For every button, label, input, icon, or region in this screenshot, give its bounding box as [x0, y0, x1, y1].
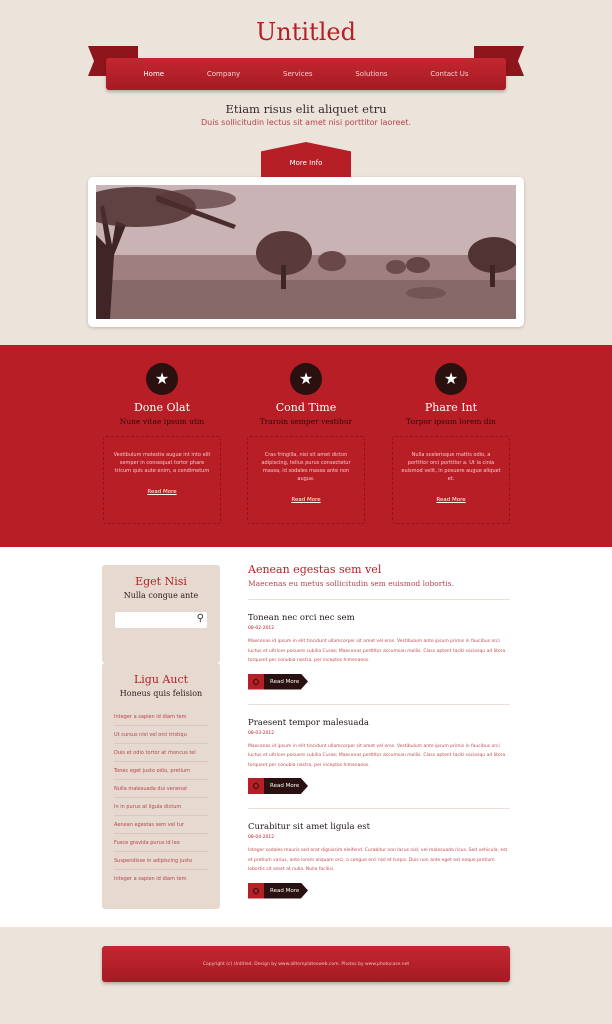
feature-title: Cond Time — [275, 401, 337, 414]
post-date: 08-02-2012 — [248, 626, 275, 631]
links-widget-subtitle: Honeus quis felision — [119, 689, 203, 698]
star-icon: ★ — [146, 363, 178, 395]
search-icon[interactable]: ⚲ — [197, 613, 204, 624]
main-title: Aenean egestas sem vel — [248, 563, 382, 576]
post-date: 08-03-2012 — [248, 730, 275, 736]
sidebar-link[interactable]: In in purus at ligula dictum — [114, 798, 208, 816]
post-title[interactable]: Tonean nec orci nec sem — [248, 613, 510, 623]
nav-item-solutions[interactable]: Solutions — [349, 67, 393, 81]
divider — [248, 599, 510, 600]
circle-icon — [253, 783, 259, 789]
sidebar-link[interactable]: Fusce gravida purus id leo — [114, 834, 208, 852]
feature-box: Nulla scelerisque mattis odio, a porttit… — [392, 436, 510, 524]
post: Curabitur sit amet ligula est 08-04-2012… — [248, 822, 510, 899]
feature-subtitle: Torpor ipsum lorem din — [406, 417, 496, 426]
divider — [248, 703, 510, 705]
post-body: Integer sodales mauris sed erat dignissi… — [248, 848, 508, 872]
main-column: Aenean egestas sem vel Maecenas eu metus… — [248, 563, 510, 899]
circle-icon — [253, 887, 259, 894]
sidebar-link[interactable]: Aenean egestas sem vel tur — [114, 816, 208, 834]
nav-item-home[interactable]: Home — [137, 67, 170, 81]
nav-item-company[interactable]: Company — [201, 67, 246, 81]
read-more-tab — [248, 673, 264, 690]
sidebar-link[interactable]: Nulla malesuada dui venenat — [114, 780, 208, 798]
feature-box: Vestibulum molestie augue int into elit … — [103, 436, 221, 524]
feature-card: ★ Cond Time Traroin semper vestibur Cras… — [246, 363, 366, 524]
post-body: Maecenas id ipsum in elit tincidunt ulla… — [248, 743, 506, 768]
sidebar-link[interactable]: Duis et odio tortor at rhoncus tel — [114, 744, 208, 762]
feature-title: Done Olat — [133, 401, 191, 414]
feature-box: Cras fringilla, nisi sit amet dicton adi… — [247, 436, 365, 524]
read-more-button[interactable]: Read More — [248, 778, 308, 794]
main-subtitle: Maecenas eu metus sollicitudin sem euism… — [248, 579, 455, 588]
hero-frame — [88, 177, 524, 327]
features-band: ★ Done Olat Nune vitae ipsum utin Vestib… — [0, 345, 612, 547]
feature-subtitle: Traroin semper vestibur — [259, 417, 353, 426]
read-more-link[interactable]: Read More — [256, 497, 356, 503]
post-title[interactable]: Praesent tempor malesuada — [248, 718, 510, 728]
feature-text: Cras fringilla, nisi sit amet dicton adi… — [261, 452, 351, 482]
star-icon: ★ — [290, 363, 322, 395]
feature-card: ★ Phare Int Torpor ipsum lorem din Nulla… — [391, 363, 511, 524]
search-field: ⚲ — [115, 612, 207, 634]
search-widget-title: Eget Nisi — [135, 575, 187, 588]
hero-image — [96, 185, 516, 319]
post-title[interactable]: Curabitur sit amet ligula est — [248, 822, 510, 832]
circle-icon — [253, 678, 259, 685]
footer: Copyright (c) Untitled. Design by www.al… — [102, 946, 510, 982]
sidebar-link[interactable]: Tonec eget justo odio, pretium — [114, 762, 208, 780]
divider — [248, 808, 510, 809]
post: Praesent tempor malesuada 08-03-2012 Mae… — [248, 718, 510, 794]
nav-item-contact[interactable]: Contact Us — [424, 67, 474, 81]
read-more-tab — [248, 778, 264, 794]
intro-subheading: Duis sollicitudin lectus sit amet nisi p… — [201, 118, 411, 127]
search-widget: Eget Nisi Nulla congue ante ⚲ — [102, 565, 220, 663]
sidebar-link[interactable]: Suspendisse in adipiscing justo — [114, 852, 208, 870]
nav-item-services[interactable]: Services — [277, 67, 319, 81]
footer-copyright: Copyright (c) Untitled. Design by www.al… — [202, 961, 410, 967]
main-nav: Home Company Services Solutions Contact … — [106, 58, 506, 90]
read-more-tab — [248, 882, 264, 899]
landscape-illustration — [96, 185, 516, 319]
feature-text: Nulla scelerisque mattis odio, a porttit… — [401, 452, 501, 482]
post-body: Maecenas id ipsum in elit tincidunt ulla… — [248, 639, 506, 663]
post: Tonean nec orci nec sem 08-02-2012 Maece… — [248, 613, 510, 690]
post-date: 08-04-2012 — [248, 835, 275, 840]
content-section: Eget Nisi Nulla congue ante ⚲ Ligu Auct … — [0, 547, 612, 927]
links-widget: Ligu Auct Honeus quis felision Integer a… — [102, 663, 220, 909]
feature-text: Vestibulum molestie augue int into elit … — [113, 452, 211, 474]
intro-heading: Etiam risus elit aliquet etru — [225, 102, 387, 116]
read-more-label: Read More — [270, 887, 300, 894]
read-more-link[interactable]: Read More — [401, 497, 501, 503]
star-icon: ★ — [435, 363, 467, 395]
links-list: Integer a sapien id diam tem Ut cursus n… — [114, 708, 208, 888]
sidebar-link[interactable]: Integer a sapien id diam tem — [114, 708, 208, 726]
search-widget-subtitle: Nulla congue ante — [123, 591, 199, 600]
sidebar-link[interactable]: Ut cursus nisl vel orci tristiqu — [114, 726, 208, 744]
read-more-label: Read More — [270, 678, 300, 685]
read-more-label: Read More — [270, 783, 300, 789]
feature-subtitle: Nune vitae ipsum utin — [119, 417, 205, 426]
read-more-button[interactable]: Read More — [248, 882, 308, 899]
more-info-button[interactable]: More Info — [261, 142, 351, 178]
links-widget-title: Ligu Auct — [133, 673, 189, 686]
feature-card: ★ Done Olat Nune vitae ipsum utin Vestib… — [102, 363, 222, 524]
site-title: Untitled — [256, 18, 356, 46]
search-input[interactable] — [115, 617, 189, 634]
feature-title: Phare Int — [424, 401, 478, 414]
read-more-button[interactable]: Read More — [248, 673, 308, 690]
sidebar-link[interactable]: Integer a sapien id diam tem — [114, 870, 208, 888]
read-more-link[interactable]: Read More — [112, 489, 212, 495]
